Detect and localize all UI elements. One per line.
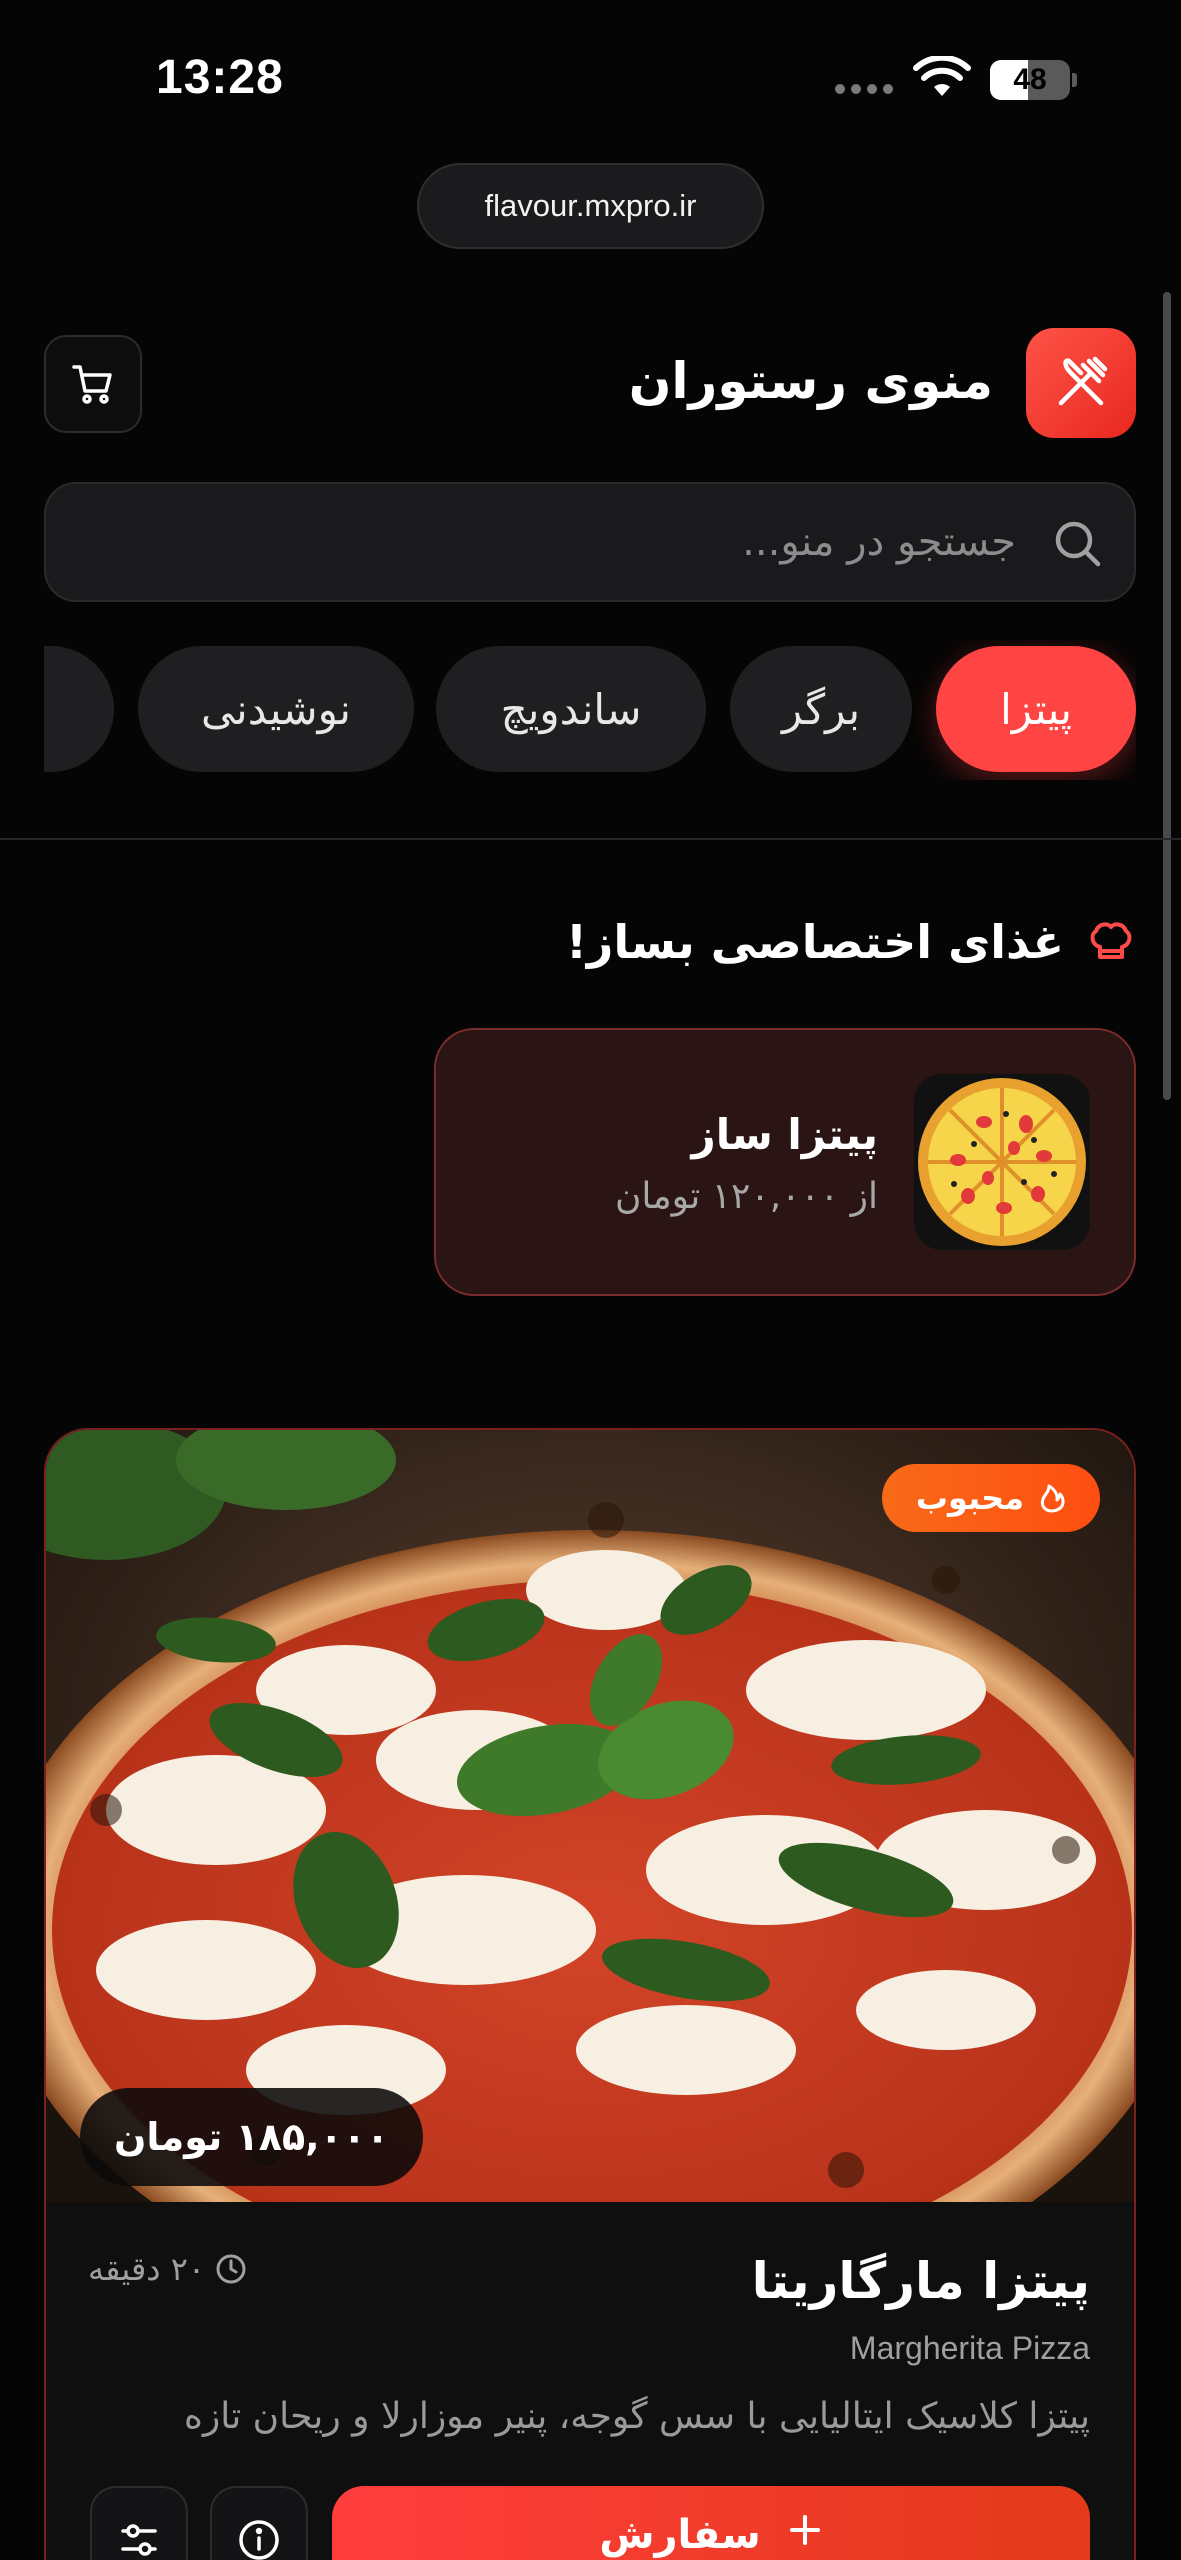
- status-bar: 13:28 48: [0, 0, 1181, 150]
- category-tab-pizza[interactable]: پیتزا: [936, 646, 1136, 772]
- popular-badge: محبوب: [881, 1464, 1100, 1532]
- category-tab-drinks[interactable]: نوشیدنی: [138, 646, 414, 772]
- category-tabs: پیتزا برگر ساندویچ نوشیدنی س: [44, 640, 1136, 780]
- utensils-crossed-icon: [1058, 356, 1108, 406]
- category-tab-burger[interactable]: برگر: [730, 646, 912, 772]
- flame-icon: [1040, 1484, 1065, 1513]
- battery-indicator: 48: [990, 60, 1078, 100]
- info-button[interactable]: [210, 2486, 308, 2560]
- category-tab-partial[interactable]: س: [44, 646, 114, 772]
- badge-label: محبوب: [915, 1479, 1024, 1517]
- order-button[interactable]: سفارش: [332, 2486, 1090, 2560]
- status-time: 13:28: [156, 51, 284, 104]
- product-name: پیتزا مارگاریتا: [751, 2252, 1090, 2310]
- cart-icon: [72, 365, 112, 404]
- category-tab-sandwich[interactable]: ساندویچ: [436, 646, 706, 772]
- product-card[interactable]: محبوب ۱۸۵,۰۰۰ تومان پیتزا مارگاریتا Marg…: [44, 1428, 1136, 2560]
- pizza-builder-card[interactable]: پیتزا ساز از ۱۲۰,۰۰۰ تومان: [434, 1028, 1136, 1296]
- scrollbar[interactable]: [1163, 292, 1171, 1100]
- cellular-signal-icon: [835, 84, 893, 94]
- pizza-builder-thumbnail: [914, 1074, 1090, 1250]
- search-input[interactable]: [116, 484, 1016, 600]
- restaurant-logo: [1026, 328, 1136, 438]
- order-button-label: سفارش: [599, 2512, 761, 2558]
- page-title: منوی رستوران: [628, 352, 993, 410]
- product-image: [46, 1430, 1134, 2202]
- clock-icon: [216, 2254, 246, 2284]
- info-icon: [239, 2520, 279, 2560]
- prep-time-label: ۲۰ دقیقه: [88, 2250, 206, 2288]
- search-box: [44, 482, 1136, 602]
- plus-icon: [789, 2515, 820, 2545]
- product-description: پیتزا کلاسیک ایتالیایی با سس گوجه، پنیر …: [183, 2396, 1090, 2437]
- battery-percent: 48: [1013, 63, 1047, 96]
- chef-hat-icon: [1090, 922, 1132, 959]
- product-price: ۱۸۵,۰۰۰ تومان: [80, 2088, 424, 2186]
- search-icon: [1055, 521, 1101, 567]
- custom-section-heading: غذای اختصاصی بساز!: [566, 915, 1136, 969]
- prep-time: ۲۰ دقیقه: [88, 2250, 247, 2288]
- url-bar[interactable]: flavour.mxpro.ir: [417, 163, 764, 249]
- product-name-english: Margherita Pizza: [849, 2330, 1090, 2366]
- header-divider: [0, 838, 1181, 840]
- section-title: غذای اختصاصی بساز!: [565, 915, 1064, 969]
- wifi-icon: [913, 56, 971, 96]
- pizza-builder-name: پیتزا ساز: [691, 1110, 878, 1159]
- sliders-icon: [121, 2524, 157, 2556]
- pizza-builder-price: از ۱۲۰,۰۰۰ تومان: [614, 1176, 878, 1217]
- customize-button[interactable]: [90, 2486, 188, 2560]
- cart-button[interactable]: [44, 335, 142, 433]
